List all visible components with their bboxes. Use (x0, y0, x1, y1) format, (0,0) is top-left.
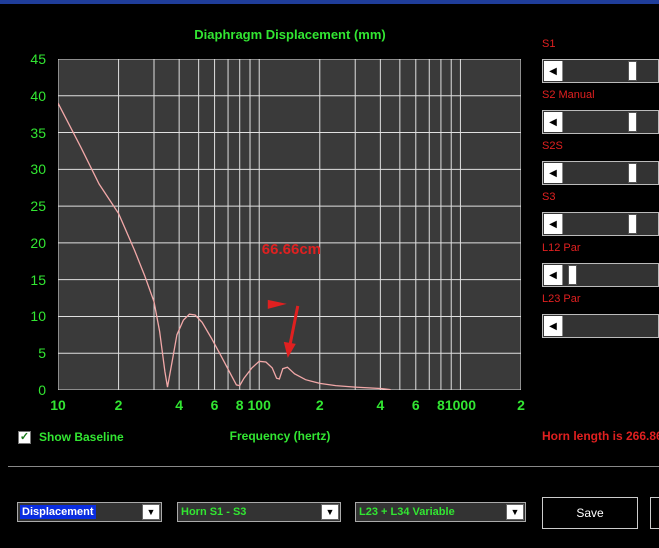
chevron-left-icon[interactable]: ◀ (544, 316, 563, 336)
slider-label: S2 Manual (542, 89, 595, 101)
series-line (57, 102, 391, 391)
slider-label: L23 Par (542, 293, 581, 305)
x-tick-label: 1000 (444, 397, 476, 413)
y-tick-label: 35 (30, 124, 46, 141)
slider-thumb[interactable] (627, 112, 637, 132)
horn-select-value: Horn S1 - S3 (181, 506, 247, 518)
y-tick-label: 5 (38, 345, 46, 362)
annotation-flag-marker (267, 299, 287, 309)
slider-label: S2S (542, 140, 563, 152)
chevron-left-icon[interactable]: ◀ (544, 61, 563, 81)
x-tick-label: 10 (50, 397, 66, 413)
chevron-left-icon[interactable]: ◀ (544, 112, 563, 132)
show-baseline-control[interactable]: ✓ Show Baseline (18, 430, 124, 444)
chevron-down-icon[interactable]: ▼ (142, 504, 160, 520)
annotation-arrow-head (283, 341, 296, 358)
show-baseline-label: Show Baseline (39, 430, 124, 444)
chart-title: Diaphragm Displacement (mm) (194, 27, 386, 42)
extra-button[interactable] (650, 497, 659, 529)
slider-thumb[interactable] (627, 214, 637, 234)
chevron-left-icon[interactable]: ◀ (544, 214, 563, 234)
horn-select[interactable]: Horn S1 - S3 ▼ (177, 502, 341, 522)
slider-label: S3 (542, 191, 556, 203)
divider (8, 466, 659, 467)
slider-label: L12 Par (542, 242, 581, 254)
y-tick-label: 40 (30, 87, 46, 104)
slider-l12-par[interactable]: ◀ (542, 263, 659, 287)
save-button-label: Save (576, 506, 604, 520)
slider-thumb[interactable] (627, 163, 637, 183)
y-tick-label: 30 (30, 161, 46, 178)
slider-s2-manual[interactable]: ◀ (542, 110, 659, 134)
y-tick-label: 10 (30, 308, 46, 325)
y-tick-label: 0 (38, 382, 46, 398)
horn-length-text: Horn length is 266.86 (542, 429, 659, 443)
variable-select[interactable]: L23 + L34 Variable ▼ (355, 502, 526, 522)
slider-thumb[interactable] (627, 61, 637, 81)
displacement-chart: 66.66cm (57, 58, 522, 391)
y-tick-label: 45 (30, 51, 46, 67)
slider-label: S1 (542, 38, 556, 50)
annotation-arrow-shaft (288, 305, 300, 347)
x-tick-label: 2 (315, 397, 324, 413)
slider-l23-par[interactable]: ◀ (542, 314, 659, 338)
x-tick-label: 100 (247, 397, 271, 413)
x-tick-label: 4 (175, 397, 184, 413)
x-tick-label: 2 (114, 397, 123, 413)
slider-thumb[interactable] (567, 265, 577, 285)
x-tick-label: 2 (517, 397, 525, 413)
chevron-left-icon[interactable]: ◀ (544, 163, 563, 183)
x-tick-label: 4 (376, 397, 385, 413)
y-tick-label: 15 (30, 271, 46, 288)
title-bar (0, 0, 659, 4)
slider-s2s[interactable]: ◀ (542, 161, 659, 185)
annotation-label: 66.66cm (262, 241, 321, 258)
chevron-left-icon[interactable]: ◀ (544, 265, 563, 285)
mode-select-value: Displacement (20, 505, 96, 519)
plot-area: 66.66cm (57, 58, 522, 391)
save-button[interactable]: Save (542, 497, 638, 529)
variable-select-value: L23 + L34 Variable (359, 506, 455, 518)
chevron-down-icon[interactable]: ▼ (321, 504, 339, 520)
slider-s1[interactable]: ◀ (542, 59, 659, 83)
slider-s3[interactable]: ◀ (542, 212, 659, 236)
show-baseline-checkbox[interactable]: ✓ (18, 430, 31, 444)
chevron-down-icon[interactable]: ▼ (506, 504, 524, 520)
mode-select[interactable]: Displacement ▼ (17, 502, 162, 522)
y-tick-label: 20 (30, 234, 46, 251)
x-axis-label: Frequency (hertz) (229, 429, 331, 443)
y-tick-label: 25 (30, 198, 46, 215)
